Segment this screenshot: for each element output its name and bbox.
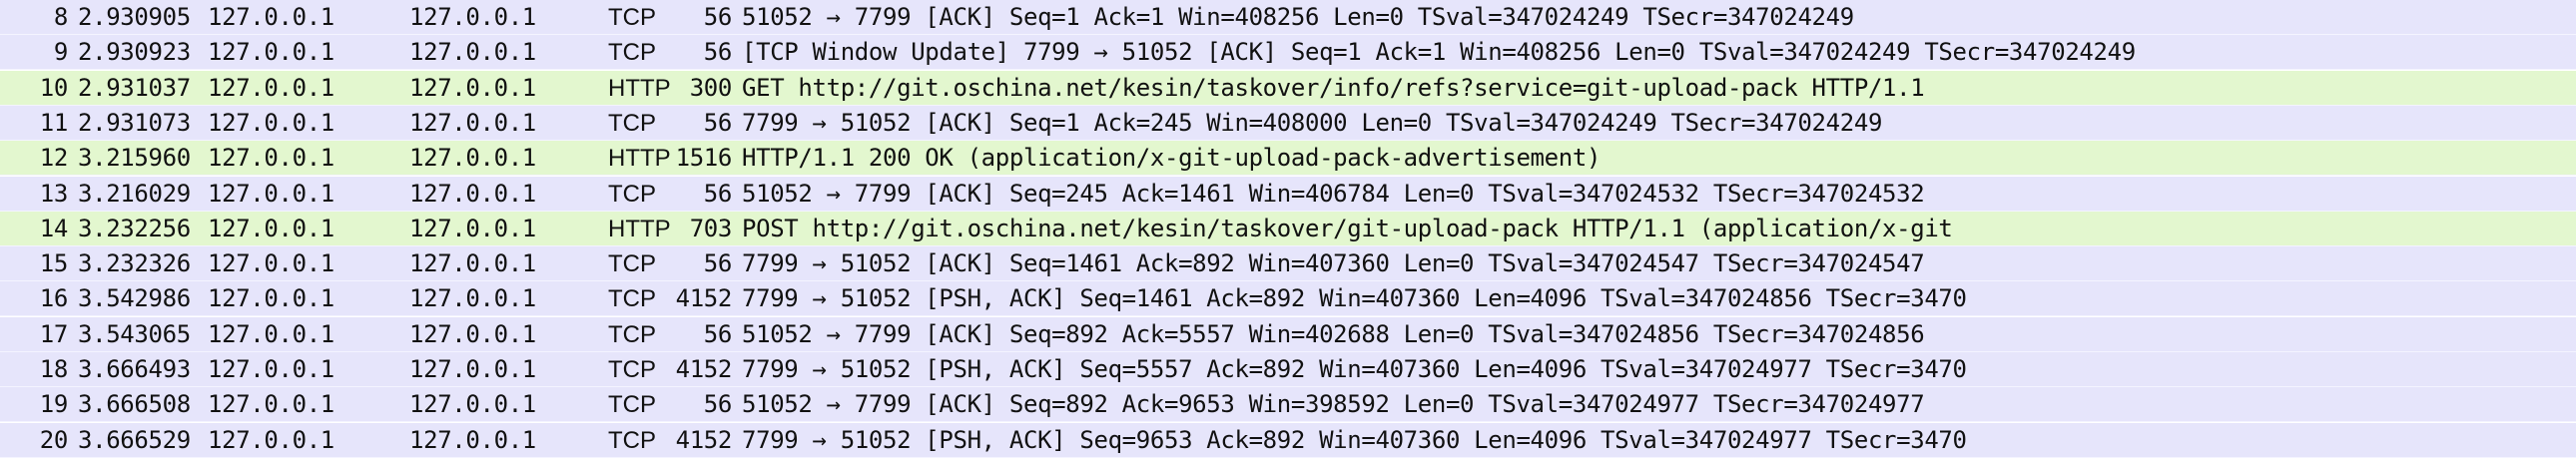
packet-length: 56 xyxy=(703,3,732,31)
packet-source: 127.0.0.1 xyxy=(208,355,334,383)
packet-source: 127.0.0.1 xyxy=(208,3,334,31)
packet-length: 56 xyxy=(703,249,732,278)
packet-source: 127.0.0.1 xyxy=(208,319,334,348)
packet-destination: 127.0.0.1 xyxy=(409,249,536,278)
packet-row[interactable]: 14 3.232256 127.0.0.1 127.0.0.1 HTTP 703 POST … xyxy=(0,211,2576,246)
packet-source: 127.0.0.1 xyxy=(208,179,334,208)
packet-length: 56 xyxy=(703,38,732,67)
packet-list[interactable]: 8 2.930905 127.0.0.1 127.0.0.1 TCP 56 51052 → … xyxy=(0,0,2576,461)
packet-source: 127.0.0.1 xyxy=(208,144,334,173)
packet-number: 20 xyxy=(39,425,68,454)
packet-info: 51052 → 7799 [ACK] Seq=1 Ack=1 Win=40825… xyxy=(742,3,1854,31)
packet-info: 51052 → 7799 [ACK] Seq=892 Ack=9653 Win=… xyxy=(742,390,1925,419)
packet-row[interactable]: 11 2.931073 127.0.0.1 127.0.0.1 TCP 56 7799 → … xyxy=(0,105,2576,141)
packet-info: GET http://git.oschina.net/kesin/taskove… xyxy=(742,73,1925,102)
packet-source: 127.0.0.1 xyxy=(208,38,334,67)
packet-source: 127.0.0.1 xyxy=(208,73,334,102)
packet-number: 18 xyxy=(39,355,68,383)
packet-number: 14 xyxy=(39,214,68,242)
packet-destination: 127.0.0.1 xyxy=(409,319,536,348)
packet-destination: 127.0.0.1 xyxy=(409,425,536,454)
packet-info: 51052 → 7799 [ACK] Seq=892 Ack=5557 Win=… xyxy=(742,319,1925,348)
packet-number: 17 xyxy=(39,319,68,348)
packet-number: 16 xyxy=(39,284,68,313)
packet-row[interactable]: 10 2.931037 127.0.0.1 127.0.0.1 HTTP 300 GET h… xyxy=(0,70,2576,106)
packet-number: 9 xyxy=(53,38,68,67)
packet-row[interactable]: 8 2.930905 127.0.0.1 127.0.0.1 TCP 56 51052 → … xyxy=(0,0,2576,35)
packet-info: HTTP/1.1 200 OK (application/x-git-uploa… xyxy=(742,144,1602,173)
packet-length: 56 xyxy=(703,179,732,208)
packet-number: 15 xyxy=(39,249,68,278)
packet-length: 56 xyxy=(703,390,732,419)
packet-length: 4152 xyxy=(675,425,732,454)
packet-row[interactable]: 18 3.666493 127.0.0.1 127.0.0.1 TCP 4152 7799 … xyxy=(0,352,2576,387)
packet-info: 51052 → 7799 [ACK] Seq=245 Ack=1461 Win=… xyxy=(742,179,1925,208)
packet-number: 8 xyxy=(53,3,68,31)
packet-destination: 127.0.0.1 xyxy=(409,390,536,419)
packet-source: 127.0.0.1 xyxy=(208,390,334,419)
packet-length: 703 xyxy=(689,214,732,242)
packet-number: 11 xyxy=(39,108,68,137)
packet-length: 56 xyxy=(703,108,732,137)
packet-source: 127.0.0.1 xyxy=(208,284,334,313)
packet-destination: 127.0.0.1 xyxy=(409,179,536,208)
packet-row[interactable]: 17 3.543065 127.0.0.1 127.0.0.1 TCP 56 51052 →… xyxy=(0,316,2576,352)
packet-info: 7799 → 51052 [ACK] Seq=1461 Ack=892 Win=… xyxy=(742,249,1925,278)
packet-source: 127.0.0.1 xyxy=(208,249,334,278)
packet-row[interactable]: 13 3.216029 127.0.0.1 127.0.0.1 TCP 56 51052 →… xyxy=(0,176,2576,212)
packet-number: 10 xyxy=(39,73,68,102)
packet-source: 127.0.0.1 xyxy=(208,425,334,454)
packet-number: 13 xyxy=(39,179,68,208)
packet-destination: 127.0.0.1 xyxy=(409,214,536,242)
packet-row[interactable]: 19 3.666508 127.0.0.1 127.0.0.1 TCP 56 51052 →… xyxy=(0,387,2576,423)
packet-length: 1516 xyxy=(675,144,732,173)
packet-source: 127.0.0.1 xyxy=(208,214,334,242)
packet-destination: 127.0.0.1 xyxy=(409,355,536,383)
packet-row[interactable]: 16 3.542986 127.0.0.1 127.0.0.1 TCP 4152 7799 … xyxy=(0,281,2576,317)
packet-number: 19 xyxy=(39,390,68,419)
packet-number: 12 xyxy=(39,144,68,173)
packet-length: 4152 xyxy=(675,355,732,383)
packet-row[interactable]: 15 3.232326 127.0.0.1 127.0.0.1 TCP 56 7799 → … xyxy=(0,246,2576,282)
packet-info: 7799 → 51052 [PSH, ACK] Seq=5557 Ack=892… xyxy=(742,355,1967,383)
packet-destination: 127.0.0.1 xyxy=(409,144,536,173)
packet-length: 4152 xyxy=(675,284,732,313)
packet-info: 7799 → 51052 [PSH, ACK] Seq=9653 Ack=892… xyxy=(742,425,1967,454)
packet-row[interactable]: 20 3.666529 127.0.0.1 127.0.0.1 TCP 4152 7799 … xyxy=(0,422,2576,458)
packet-row[interactable]: 12 3.215960 127.0.0.1 127.0.0.1 HTTP 1516 HTTP… xyxy=(0,141,2576,177)
packet-destination: 127.0.0.1 xyxy=(409,284,536,313)
packet-row[interactable]: 9 2.930923 127.0.0.1 127.0.0.1 TCP 56 [TCP Win… xyxy=(0,35,2576,71)
packet-info: POST http://git.oschina.net/kesin/taskov… xyxy=(742,214,1953,242)
packet-info: [TCP Window Update] 7799 → 51052 [ACK] S… xyxy=(742,38,2136,67)
packet-info: 7799 → 51052 [PSH, ACK] Seq=1461 Ack=892… xyxy=(742,284,1967,313)
packet-source: 127.0.0.1 xyxy=(208,108,334,137)
packet-info: 7799 → 51052 [ACK] Seq=1 Ack=245 Win=408… xyxy=(742,108,1883,137)
packet-destination: 127.0.0.1 xyxy=(409,73,536,102)
packet-destination: 127.0.0.1 xyxy=(409,38,536,67)
packet-destination: 127.0.0.1 xyxy=(409,3,536,31)
packet-destination: 127.0.0.1 xyxy=(409,108,536,137)
packet-length: 56 xyxy=(703,319,732,348)
packet-length: 300 xyxy=(689,73,732,102)
